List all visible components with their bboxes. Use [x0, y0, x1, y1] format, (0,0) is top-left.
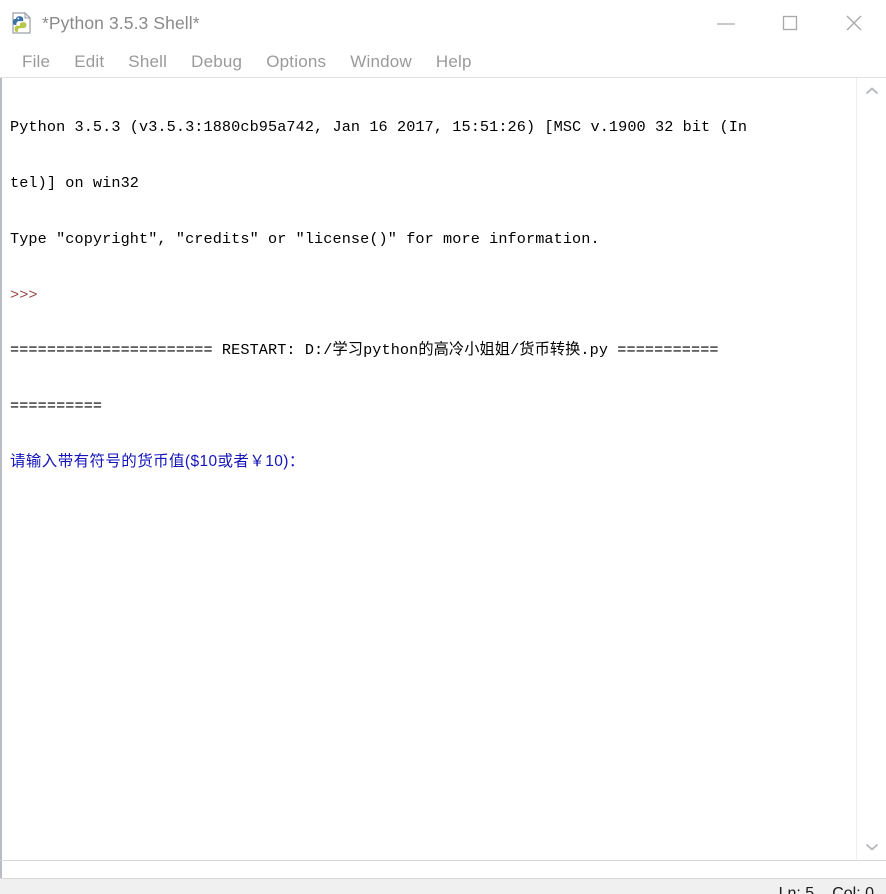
status-column-indicator: Col: 0: [832, 884, 874, 894]
menu-item-help[interactable]: Help: [424, 52, 484, 72]
scrollbar-thumb[interactable]: [860, 104, 883, 834]
console-line-banner1: Python 3.5.3 (v3.5.3:1880cb95a742, Jan 1…: [10, 118, 748, 137]
chevron-down-icon[interactable]: [857, 834, 886, 860]
console-line-banner3: Type "copyright", "credits" or "license(…: [10, 229, 600, 248]
menu-item-debug[interactable]: Debug: [179, 52, 254, 72]
status-bar: Ln: 5 Col: 0: [0, 878, 886, 894]
console-line-input-prompt: 请输入带有符号的货币值($10或者￥10)：: [10, 452, 305, 470]
python-idle-document-icon: [9, 10, 35, 36]
chevron-up-icon[interactable]: [857, 78, 886, 104]
console-line-restart1: ====================== RESTART: D:/学习pyt…: [10, 341, 719, 360]
vertical-scrollbar[interactable]: [856, 78, 886, 860]
horizontal-scrollbar[interactable]: [0, 860, 886, 878]
console-line-prompt: >>>: [10, 285, 47, 304]
console-line-restart2: ==========: [10, 397, 103, 416]
maximize-icon[interactable]: [758, 0, 822, 46]
menu-item-edit[interactable]: Edit: [62, 52, 116, 72]
menu-item-options[interactable]: Options: [254, 52, 338, 72]
window-title: *Python 3.5.3 Shell*: [42, 12, 200, 33]
console-line-banner2: tel)] on win32: [10, 173, 139, 192]
close-icon[interactable]: [822, 0, 886, 46]
menu-item-window[interactable]: Window: [338, 52, 424, 72]
window-controls: [694, 0, 886, 46]
status-line-indicator: Ln: 5: [778, 884, 815, 894]
scrollbar-track[interactable]: [857, 104, 886, 834]
title-bar: *Python 3.5.3 Shell*: [0, 0, 886, 46]
title-bar-left: *Python 3.5.3 Shell*: [0, 10, 694, 36]
menu-item-file[interactable]: File: [10, 52, 62, 72]
minimize-icon[interactable]: [694, 0, 758, 46]
menu-bar: File Edit Shell Debug Options Window Hel…: [0, 46, 886, 78]
console-output-area[interactable]: Python 3.5.3 (v3.5.3:1880cb95a742, Jan 1…: [2, 78, 856, 860]
idle-shell-window: *Python 3.5.3 Shell* File Edit Shell Deb…: [0, 0, 886, 894]
console-frame: Python 3.5.3 (v3.5.3:1880cb95a742, Jan 1…: [0, 78, 886, 860]
console-text: Python 3.5.3 (v3.5.3:1880cb95a742, Jan 1…: [2, 81, 856, 509]
menu-item-shell[interactable]: Shell: [116, 52, 179, 72]
